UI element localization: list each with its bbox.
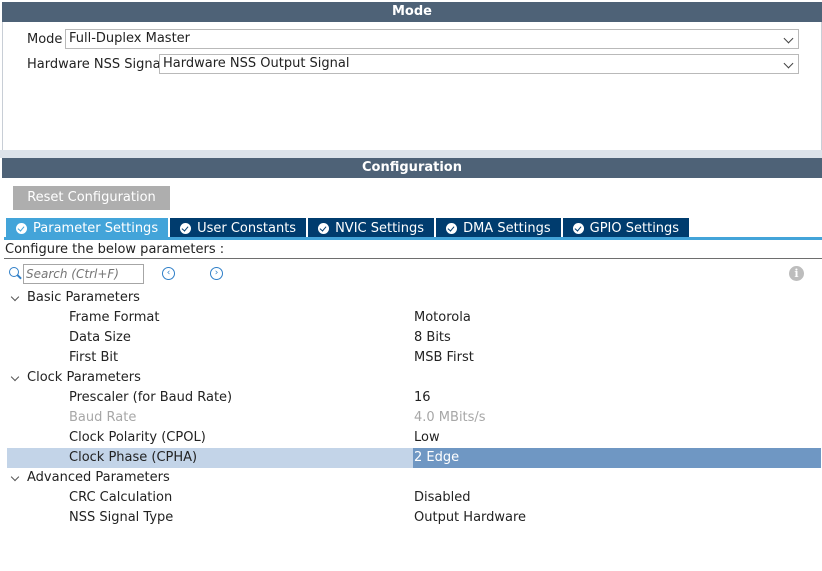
nss-row: Hardware NSS Signal [27, 54, 164, 74]
param-value[interactable]: 2 Edge [414, 448, 459, 468]
param-row-nss-signal-type[interactable]: NSS Signal Type Output Hardware [7, 508, 821, 528]
divider [4, 258, 822, 259]
tab-user-constants[interactable]: User Constants [170, 218, 307, 238]
param-name: Clock Polarity (CPOL) [69, 430, 206, 445]
param-value[interactable]: MSB First [414, 348, 474, 368]
param-value[interactable]: Low [414, 428, 440, 448]
mode-row: Mode [27, 29, 62, 49]
category-label: Clock Parameters [27, 370, 141, 385]
check-circle-icon [572, 222, 584, 234]
param-row-prescaler[interactable]: Prescaler (for Baud Rate) 16 [7, 388, 821, 408]
param-name: NSS Signal Type [69, 510, 174, 525]
nss-select[interactable]: Hardware NSS Output Signal [159, 54, 799, 74]
mode-select[interactable]: Full-Duplex Master [65, 29, 799, 49]
check-circle-icon [318, 222, 330, 234]
param-row-clock-polarity[interactable]: Clock Polarity (CPOL) Low [7, 428, 821, 448]
chevron-down-icon[interactable] [10, 372, 20, 382]
tab-nvic-settings[interactable]: NVIC Settings [308, 218, 435, 238]
chevron-down-icon [783, 58, 794, 69]
param-name: Prescaler (for Baud Rate) [69, 390, 233, 405]
next-result-icon[interactable]: › [210, 267, 223, 280]
tab-label: GPIO Settings [589, 220, 680, 236]
category-label: Advanced Parameters [27, 470, 170, 485]
tab-label: NVIC Settings [335, 220, 425, 236]
chevron-down-icon[interactable] [10, 292, 20, 302]
param-value[interactable]: Output Hardware [414, 508, 526, 528]
configuration-panel-title: Configuration [2, 158, 822, 178]
check-circle-icon [446, 222, 458, 234]
info-icon[interactable]: i [789, 266, 804, 281]
check-circle-icon [16, 222, 27, 234]
param-value[interactable]: 8 Bits [414, 328, 451, 348]
chevron-down-icon[interactable] [10, 472, 20, 482]
mode-label: Mode [27, 31, 63, 47]
param-value: 4.0 MBits/s [414, 410, 486, 425]
param-name: Baud Rate [69, 410, 137, 425]
check-circle-icon [180, 222, 192, 234]
param-name: Clock Phase (CPHA) [69, 450, 198, 465]
param-row-first-bit[interactable]: First Bit MSB First [7, 348, 821, 368]
param-row-frame-format[interactable]: Frame Format Motorola [7, 308, 821, 328]
param-row-baud-rate: Baud Rate 4.0 MBits/s [7, 408, 821, 428]
config-tabs: Parameter Settings User Constants NVIC S… [6, 218, 691, 238]
mode-select-value: Full-Duplex Master [69, 31, 191, 46]
tab-dma-settings[interactable]: DMA Settings [436, 218, 561, 238]
param-name: CRC Calculation [69, 490, 173, 505]
search-icon[interactable] [9, 267, 19, 277]
previous-result-icon[interactable]: ‹ [162, 267, 175, 280]
tab-gpio-settings[interactable]: GPIO Settings [562, 218, 690, 238]
param-value[interactable]: Disabled [414, 488, 470, 508]
param-row-crc-calculation[interactable]: CRC Calculation Disabled [7, 488, 821, 508]
param-name: Data Size [69, 330, 131, 345]
tab-parameter-settings[interactable]: Parameter Settings [6, 218, 169, 238]
category-label: Basic Parameters [27, 290, 140, 305]
search-input[interactable] [23, 264, 144, 284]
nss-select-value: Hardware NSS Output Signal [163, 56, 350, 71]
tab-label: DMA Settings [463, 220, 551, 236]
tab-underline [4, 237, 822, 240]
category-clock-parameters[interactable]: Clock Parameters [7, 368, 821, 388]
chevron-down-icon [783, 33, 794, 44]
tab-label: User Constants [197, 220, 297, 236]
mode-panel-title: Mode [2, 2, 822, 22]
nss-label: Hardware NSS Signal [27, 56, 165, 72]
param-row-clock-phase[interactable]: Clock Phase (CPHA) 2 Edge [7, 448, 821, 468]
category-advanced-parameters[interactable]: Advanced Parameters [7, 468, 821, 488]
param-name: Frame Format [69, 310, 160, 325]
param-row-data-size[interactable]: Data Size 8 Bits [7, 328, 821, 348]
category-basic-parameters[interactable]: Basic Parameters [7, 288, 821, 308]
tab-label: Parameter Settings [33, 220, 159, 236]
selection-highlight [413, 448, 821, 468]
panel-separator [0, 150, 822, 158]
param-value[interactable]: 16 [414, 388, 431, 408]
param-name: First Bit [69, 350, 119, 365]
param-value[interactable]: Motorola [414, 308, 471, 328]
configure-hint: Configure the below parameters : [5, 242, 225, 257]
reset-configuration-button[interactable]: Reset Configuration [13, 186, 170, 210]
